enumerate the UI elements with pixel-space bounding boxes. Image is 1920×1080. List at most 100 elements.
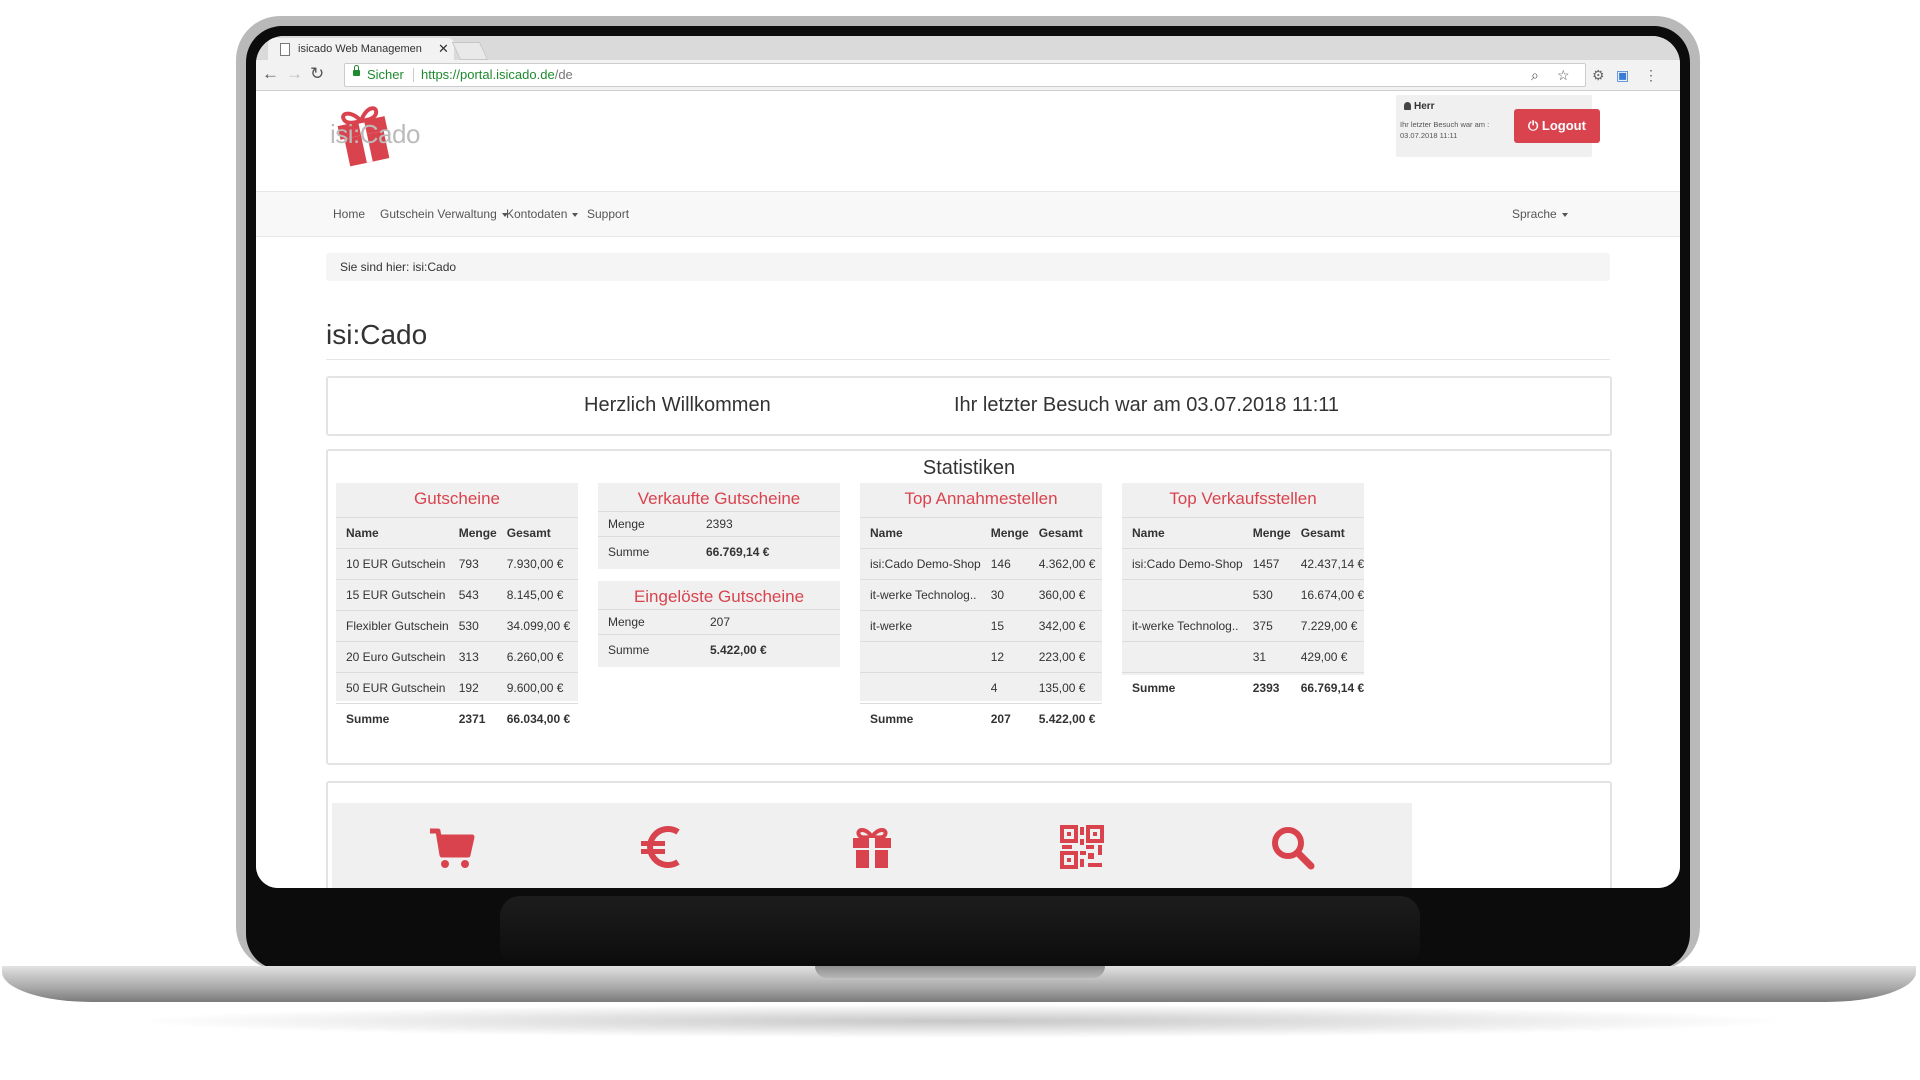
statistics-title: Statistiken [922, 457, 1016, 479]
nav-item-support[interactable]: Support [587, 192, 629, 236]
cell-gesamt: 429,00 € [1290, 641, 1365, 673]
cell-name: it-werke Technolog.. [860, 579, 981, 611]
table-header-row: Name Menge Gesamt [336, 517, 578, 549]
user-name: Herr [1404, 101, 1435, 112]
cell-name: isi:Cado Demo-Shop [860, 548, 981, 580]
table-sum-row: Summe 207 5.422,00 € [860, 703, 1102, 734]
cell-menge: 31 [1242, 641, 1291, 673]
cell-gesamt: 7.229,00 € [1290, 610, 1365, 642]
table-row: 20 Euro Gutschein 313 6.260,00 € [336, 641, 578, 673]
cell-value: 2393 [696, 511, 840, 537]
reload-icon[interactable]: ↻ [310, 64, 324, 84]
page-title: isi:Cado [326, 319, 428, 350]
tab-title: isicado Web Managemen [298, 43, 422, 55]
column-header: Gesamt [1290, 517, 1365, 549]
card-title: Top Annahmestellen [904, 489, 1058, 508]
cell-gesamt: 42.437,14 € [1290, 548, 1365, 580]
cell-name: 15 EUR Gutschein [336, 579, 449, 611]
language-label: Sprache [1512, 207, 1557, 221]
table-row: 50 EUR Gutschein 192 9.600,00 € [336, 672, 578, 704]
table-row: 530 16.674,00 € [1122, 579, 1365, 611]
url-path: /de [554, 67, 573, 82]
user-name-text: Herr [1414, 101, 1435, 112]
column-header: Gesamt [496, 517, 578, 549]
welcome-greeting: Herzlich Willkommen [584, 394, 771, 416]
table-row: Summe 66.769,14 € [598, 536, 840, 567]
language-dropdown[interactable]: Sprache [1512, 192, 1568, 236]
cell-menge: 2393 [1242, 672, 1291, 703]
nav-item-kontodaten[interactable]: Kontodaten [506, 192, 579, 236]
verkaufte-table: Menge 2393 Summe 66.769,14 € [598, 511, 840, 567]
euro-icon [641, 826, 680, 868]
cell-menge: 192 [448, 672, 497, 704]
cell-label: Summe [598, 634, 700, 665]
cell-name: isi:Cado Demo-Shop [1122, 548, 1243, 580]
column-header: Menge [448, 517, 497, 549]
cell-gesamt: 5.422,00 € [1028, 703, 1102, 734]
welcome-last-visit: Ihr letzter Besuch war am 03.07.2018 11:… [954, 394, 1340, 416]
laptop-screen: isicado Web Managemen ✕ ← → ↻ Sicher htt… [256, 36, 1680, 888]
cell-value: 207 [700, 609, 840, 635]
cell-name [860, 672, 981, 704]
qr-code-icon [1060, 825, 1104, 869]
column-header: Gesamt [1028, 517, 1102, 549]
cell-menge: 1457 [1242, 548, 1291, 580]
menu-dots-icon[interactable]: ⋮ [1644, 68, 1658, 82]
caret-down-icon [1561, 212, 1568, 217]
forward-arrow-icon[interactable]: → [286, 64, 303, 84]
table-row: Menge 207 [598, 609, 840, 635]
keyboard-reflection [500, 896, 1420, 966]
column-header: Menge [1242, 517, 1291, 549]
table-row: Menge 2393 [598, 511, 840, 537]
card-top-annahmestellen: Top Annahmestellen Name Menge Gesamt isi… [860, 483, 1102, 734]
cell-name [1122, 579, 1243, 611]
zoom-icon[interactable]: ⌕ [1531, 64, 1539, 86]
cell-menge: 12 [980, 641, 1029, 673]
cell-gesamt: 6.260,00 € [496, 641, 578, 673]
table-row: isi:Cado Demo-Shop 146 4.362,00 € [860, 548, 1102, 580]
nav-item-home[interactable]: Home [333, 192, 365, 236]
cell-menge: 530 [448, 610, 497, 642]
table-row: isi:Cado Demo-Shop 1457 42.437,14 € [1122, 548, 1365, 580]
eingeloeste-table: Menge 207 Summe 5.422,00 € [598, 609, 840, 665]
search-icon [1272, 827, 1315, 870]
card-verkaufte-gutscheine: Verkaufte Gutscheine Menge 2393 Summe 66.7… [598, 483, 840, 569]
bookmark-star-icon[interactable]: ☆ [1557, 64, 1570, 86]
tile-qr-code[interactable] [962, 803, 1202, 888]
laptop-shadow [120, 1004, 1800, 1038]
card-title: Eingelöste Gutscheine [633, 587, 805, 606]
extension-gear-icon[interactable]: ⚙ [1592, 68, 1605, 82]
gutscheine-table: Name Menge Gesamt 10 EUR Gutschein 793 7.9… [336, 517, 578, 734]
close-icon[interactable]: ✕ [438, 38, 449, 60]
cell-menge: 543 [448, 579, 497, 611]
tile-euro[interactable] [542, 803, 782, 888]
nav-item-gutschein-verwaltung[interactable]: Gutschein Verwaltung [380, 192, 508, 236]
cell-value: 5.422,00 € [700, 634, 840, 665]
cell-gesamt: 7.930,00 € [496, 548, 578, 580]
cell-gesamt: 66.769,14 € [1290, 672, 1365, 703]
site-header: isi:Cado Herr Ihr letzter Besuch war am … [256, 91, 1680, 191]
extension-cast-icon[interactable]: ▣ [1616, 68, 1629, 82]
web-page: isi:Cado Herr Ihr letzter Besuch war am … [256, 91, 1680, 888]
tile-gift[interactable] [752, 803, 992, 888]
logout-button[interactable]: ⏻ Logout [1514, 109, 1600, 143]
card-gutscheine: Gutscheine Name Menge Gesamt 10 EUR Guts… [336, 483, 578, 734]
back-arrow-icon[interactable]: ← [262, 64, 279, 84]
cell-menge: 375 [1242, 610, 1291, 642]
url-base: https://portal.isicado.de [421, 67, 555, 82]
cell-menge: 2371 [448, 703, 497, 734]
cell-label: Menge [598, 609, 700, 635]
cell-menge: 793 [448, 548, 497, 580]
cell-name [860, 641, 981, 673]
browser-tab[interactable]: isicado Web Managemen ✕ [268, 38, 454, 60]
address-bar[interactable]: Sicher https://portal.isicado.de/de ⌕ ☆ [344, 63, 1586, 87]
quick-access-panel [326, 781, 1612, 888]
new-tab-button[interactable] [451, 42, 489, 60]
column-header: Name [860, 517, 981, 549]
cell-name: Summe [1122, 672, 1243, 703]
tile-search[interactable] [1172, 803, 1412, 888]
cell-menge: 313 [448, 641, 497, 673]
table-header-row: Name Menge Gesamt [860, 517, 1102, 549]
tile-shop[interactable] [332, 803, 572, 888]
cell-gesamt: 342,00 € [1028, 610, 1102, 642]
